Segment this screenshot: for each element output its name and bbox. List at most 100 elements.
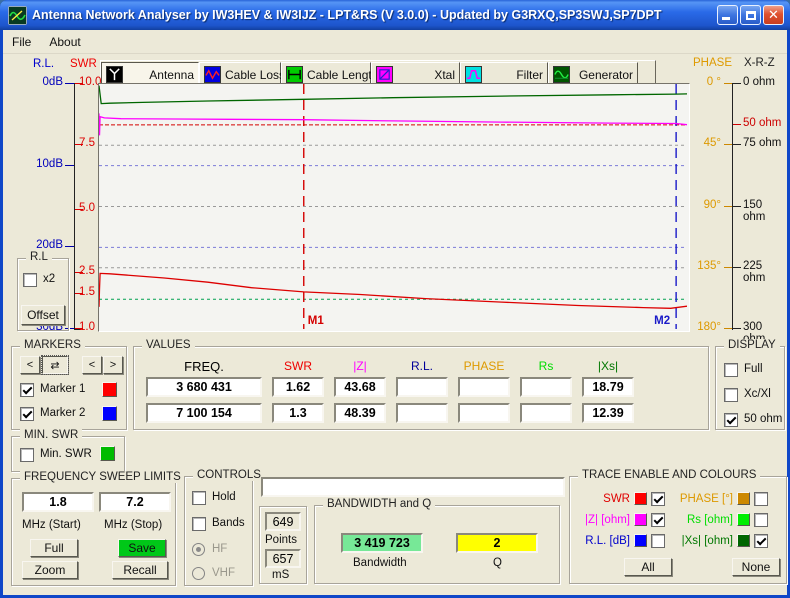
display-50ohm-checkbox[interactable]	[724, 413, 738, 427]
swr-tick-label: 7.5	[79, 137, 95, 150]
trace-label-phase: PHASE [°]	[679, 493, 733, 505]
trace-label-rldb: R.L. [dB]	[585, 535, 630, 547]
rl-tick	[65, 246, 74, 248]
sweep-start-input[interactable]: 1.8	[22, 492, 94, 512]
values-header-freq: FREQ.	[184, 359, 224, 374]
values-cell-r1c7: 18.79	[582, 377, 634, 397]
marker1-checkbox[interactable]	[20, 383, 34, 397]
all-button[interactable]: All	[624, 558, 672, 576]
trace-checkbox[interactable]	[754, 492, 768, 506]
ohm-tick	[733, 123, 741, 125]
bands-checkbox[interactable]	[192, 517, 206, 531]
rl-tick	[65, 164, 74, 166]
markers-panel-title: MARKERS	[20, 339, 85, 351]
save-button[interactable]: Save	[118, 539, 166, 557]
markers-panel: MARKERS < ⇄ < > Marker 1 Marker 2	[11, 339, 127, 430]
x2-checkbox[interactable]	[23, 273, 37, 287]
display-xcxl-checkbox[interactable]	[724, 388, 738, 402]
rl-axis-title: R.L.	[33, 58, 55, 70]
trace-color-swatch[interactable]	[634, 492, 647, 505]
toolbar-button-label: Cable Length	[307, 67, 379, 82]
xrz-axis-title: X-R-Z	[744, 57, 775, 69]
trace-panel: TRACE ENABLE AND COLOURS SWR PHASE [°] |Z|…	[569, 469, 787, 584]
marker-nav-button-2[interactable]: <	[82, 356, 102, 374]
values-cell-r2c3: 48.39	[334, 403, 386, 423]
trace-color-swatch[interactable]	[634, 534, 647, 547]
values-panel: VALUES FREQ. SWR |Z| R.L. PHASE Rs |Xs| 3 680 4…	[133, 339, 709, 430]
trace-color-swatch[interactable]	[737, 492, 750, 505]
trace-color-swatch[interactable]	[737, 534, 750, 547]
app-icon	[8, 5, 27, 25]
trace-checkbox[interactable]	[754, 534, 768, 548]
rl-offset-box-title: R.L	[26, 251, 52, 263]
values-cell-r1c4	[396, 377, 448, 397]
menu-about[interactable]: About	[40, 32, 89, 52]
trace-xsohm	[98, 85, 688, 105]
marker1-label: M1	[307, 315, 324, 327]
bandwidth-value: 3 419 723	[341, 533, 423, 553]
title-bar[interactable]: Antenna Network Analyser by IW3HEV & IW3…	[0, 0, 790, 30]
phase-tick	[724, 328, 732, 329]
ohm-tick-label: 50 ohm	[743, 116, 782, 129]
min-swr-checkbox[interactable]	[20, 448, 34, 462]
toolbar-button-label: Cable Loss	[225, 67, 286, 82]
antenna-icon	[106, 66, 123, 83]
phase-tick	[724, 144, 732, 146]
trace-color-swatch[interactable]	[737, 513, 750, 526]
minimize-button[interactable]	[717, 5, 738, 25]
offset-button[interactable]: Offset	[21, 305, 65, 325]
trace-label-rsohm: Rs [ohm]	[686, 514, 733, 526]
toolbar-button-label: Xtal	[434, 67, 455, 82]
rl-offset-box: R.L x2 Offset	[17, 251, 69, 331]
trace-label-swr: SWR	[603, 493, 630, 505]
trace-checkbox[interactable]	[754, 513, 768, 527]
min-swr-label: Min. SWR	[40, 448, 92, 460]
maximize-icon	[746, 11, 756, 20]
points-value: 649	[265, 512, 301, 531]
controls-panel-title: CONTROLS	[193, 469, 265, 481]
marker2-color-swatch[interactable]	[102, 406, 117, 421]
none-button[interactable]: None	[732, 558, 780, 576]
close-button[interactable]: ✕	[763, 5, 784, 25]
phase-tick	[724, 205, 732, 207]
values-cell-r2c7: 12.39	[582, 403, 634, 423]
sweep-stop-input[interactable]: 7.2	[99, 492, 171, 512]
marker2-checkbox[interactable]	[20, 407, 34, 421]
marker-nav-button-1[interactable]: ⇄	[41, 355, 69, 375]
recall-button[interactable]: Recall	[112, 561, 168, 579]
trace-checkbox[interactable]	[651, 513, 665, 527]
min-swr-color-swatch[interactable]	[100, 446, 115, 461]
hf-radio[interactable]	[192, 543, 205, 556]
command-input[interactable]	[261, 477, 565, 497]
marker-nav-button-3[interactable]: >	[103, 356, 123, 374]
bands-label: Bands	[212, 517, 245, 529]
min-swr-panel: MIN. SWR Min. SWR	[11, 429, 125, 472]
trace-color-swatch[interactable]	[634, 513, 647, 526]
hold-label: Hold	[212, 491, 236, 503]
marker-nav-button-0[interactable]: <	[20, 356, 40, 374]
menu-bar: File About	[3, 30, 787, 54]
marker1-color-swatch[interactable]	[102, 382, 117, 397]
trace-label-zohm: |Z| [ohm]	[585, 514, 630, 526]
trace-checkbox[interactable]	[651, 534, 665, 548]
values-header-xs: |Xs|	[597, 359, 619, 373]
phase-axis-title: PHASE	[693, 57, 732, 69]
values-cell-r1c2: 1.62	[272, 377, 324, 397]
trace-checkbox[interactable]	[651, 492, 665, 506]
values-panel-title: VALUES	[142, 339, 195, 351]
bandwidth-label: Bandwidth	[353, 557, 407, 569]
full-button[interactable]: Full	[30, 539, 78, 557]
display-panel: DISPLAY Full Xc/Xl 50 ohm	[715, 339, 785, 430]
plot-area[interactable]: M1 M2	[98, 83, 690, 332]
values-cell-r2c1: 7 100 154	[146, 403, 262, 423]
zoom-button[interactable]: Zoom	[22, 561, 78, 579]
marker2-label: Marker 2	[40, 407, 86, 419]
menu-file[interactable]: File	[3, 32, 40, 52]
marker1-label: Marker 1	[40, 383, 86, 395]
vhf-radio[interactable]	[192, 567, 205, 580]
rl-tick-label: 20dB	[36, 239, 63, 252]
hold-checkbox[interactable]	[192, 491, 206, 505]
q-value: 2	[456, 533, 538, 553]
maximize-button[interactable]	[740, 5, 761, 25]
display-full-checkbox[interactable]	[724, 363, 738, 377]
